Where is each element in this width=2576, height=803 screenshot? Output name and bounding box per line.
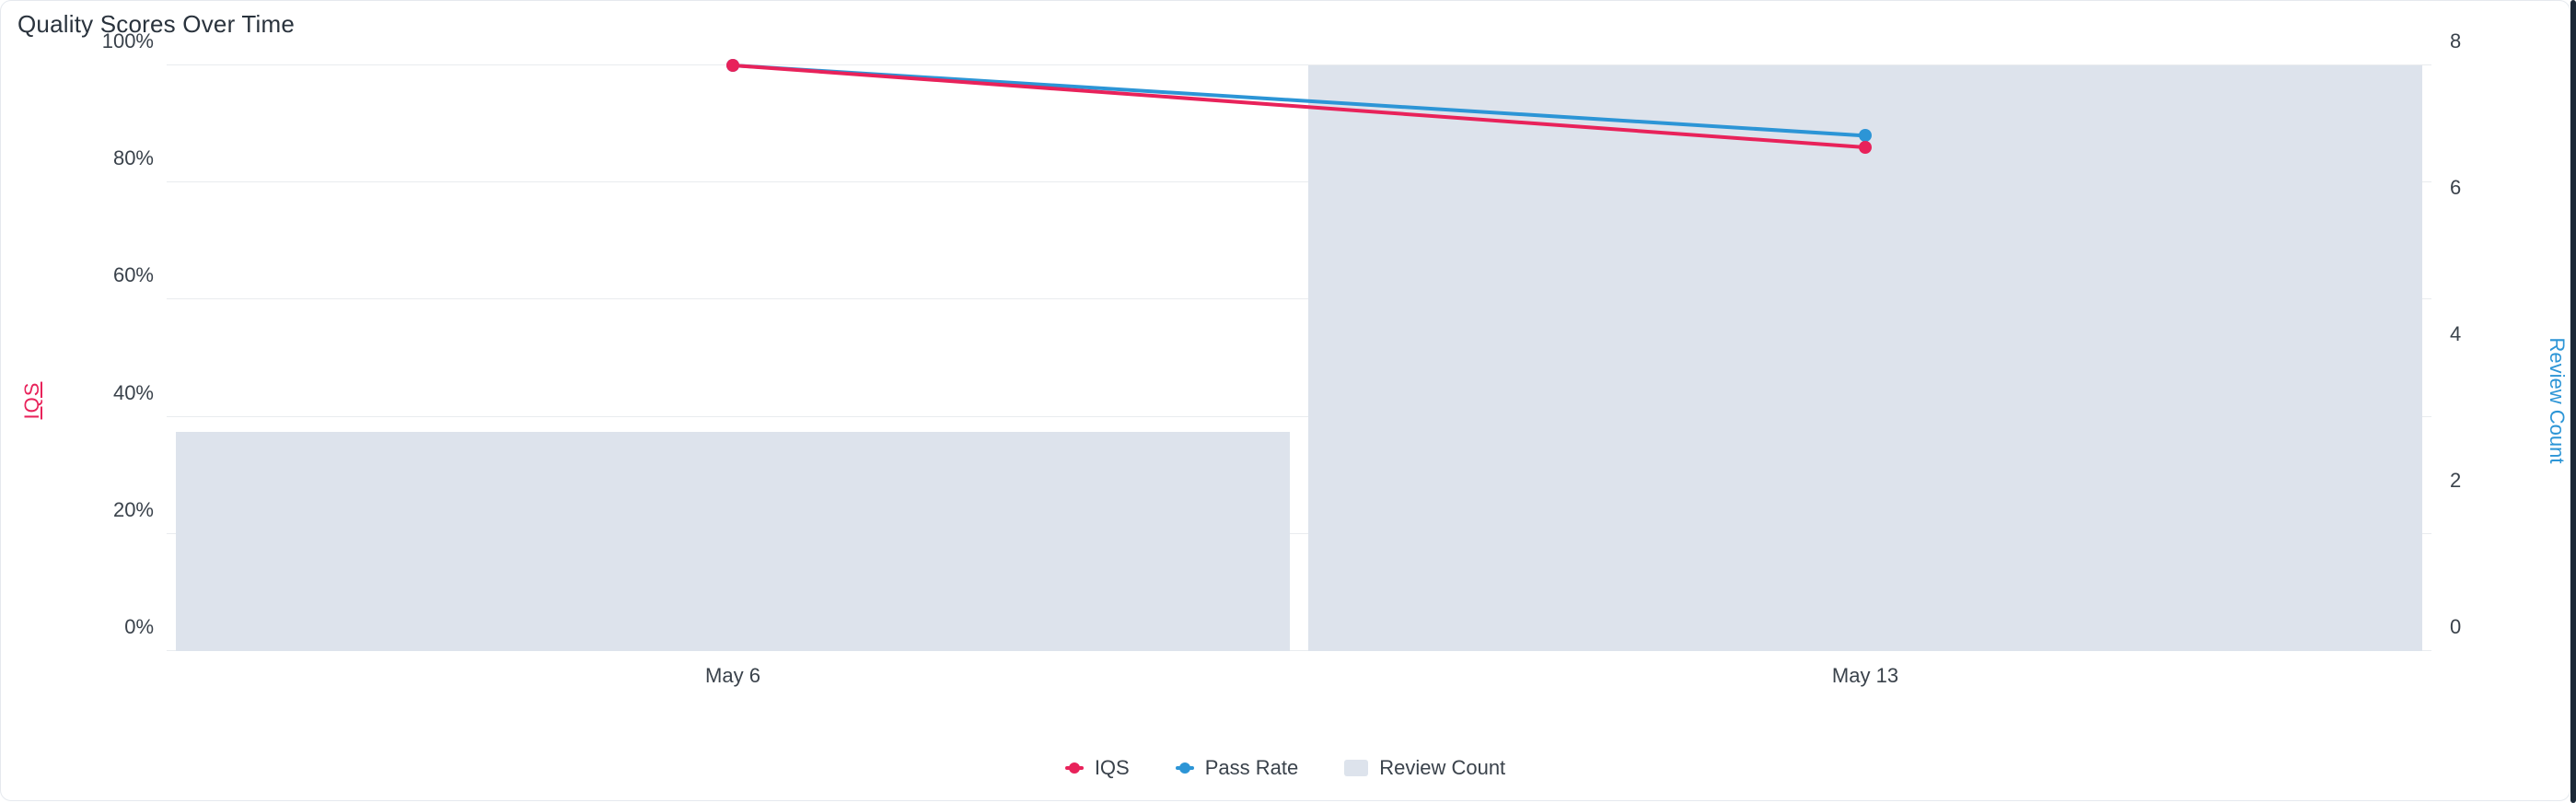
iqs-line [733,65,1865,147]
iqs-point [726,59,739,72]
y-axis-right-title: Review Count [2545,338,2569,464]
iqs-point [1859,141,1872,154]
plot-area: 0% 20% 40% 60% 80% 100% 0 2 4 6 8 May 6 … [167,65,2431,651]
card: Quality Scores Over Time IQS Review Coun… [0,0,2570,801]
chart-title: Quality Scores Over Time [17,10,295,39]
y-right-tick: 0 [2450,615,2461,639]
legend-label: IQS [1095,756,1130,780]
legend-label: Review Count [1379,756,1505,780]
y-left-tick: 80% [113,146,154,170]
y-axis-left-title[interactable]: IQS [20,382,44,420]
legend-swatch-count [1344,760,1368,776]
x-tick: May 6 [705,664,760,688]
y-left-tick: 100% [102,29,154,53]
legend-swatch-iqs [1065,766,1084,770]
y-left-tick: 0% [124,615,154,639]
legend: IQS Pass Rate Review Count [1,756,2570,780]
y-left-tick: 20% [113,498,154,522]
series-lines [167,65,2431,651]
y-right-tick: 2 [2450,469,2461,493]
y-right-tick: 6 [2450,176,2461,200]
y-right-tick: 8 [2450,29,2461,53]
legend-swatch-pass [1176,766,1194,770]
legend-label: Pass Rate [1205,756,1299,780]
y-right-tick: 4 [2450,322,2461,346]
chart-panel: Quality Scores Over Time IQS Review Coun… [0,0,2576,803]
x-tick: May 13 [1832,664,1898,688]
y-left-tick: 60% [113,263,154,287]
legend-item-pass-rate[interactable]: Pass Rate [1176,756,1299,780]
legend-item-review-count[interactable]: Review Count [1344,756,1505,780]
vertical-scrollbar[interactable] [2570,0,2576,803]
y-left-tick: 40% [113,381,154,405]
legend-item-iqs[interactable]: IQS [1065,756,1130,780]
